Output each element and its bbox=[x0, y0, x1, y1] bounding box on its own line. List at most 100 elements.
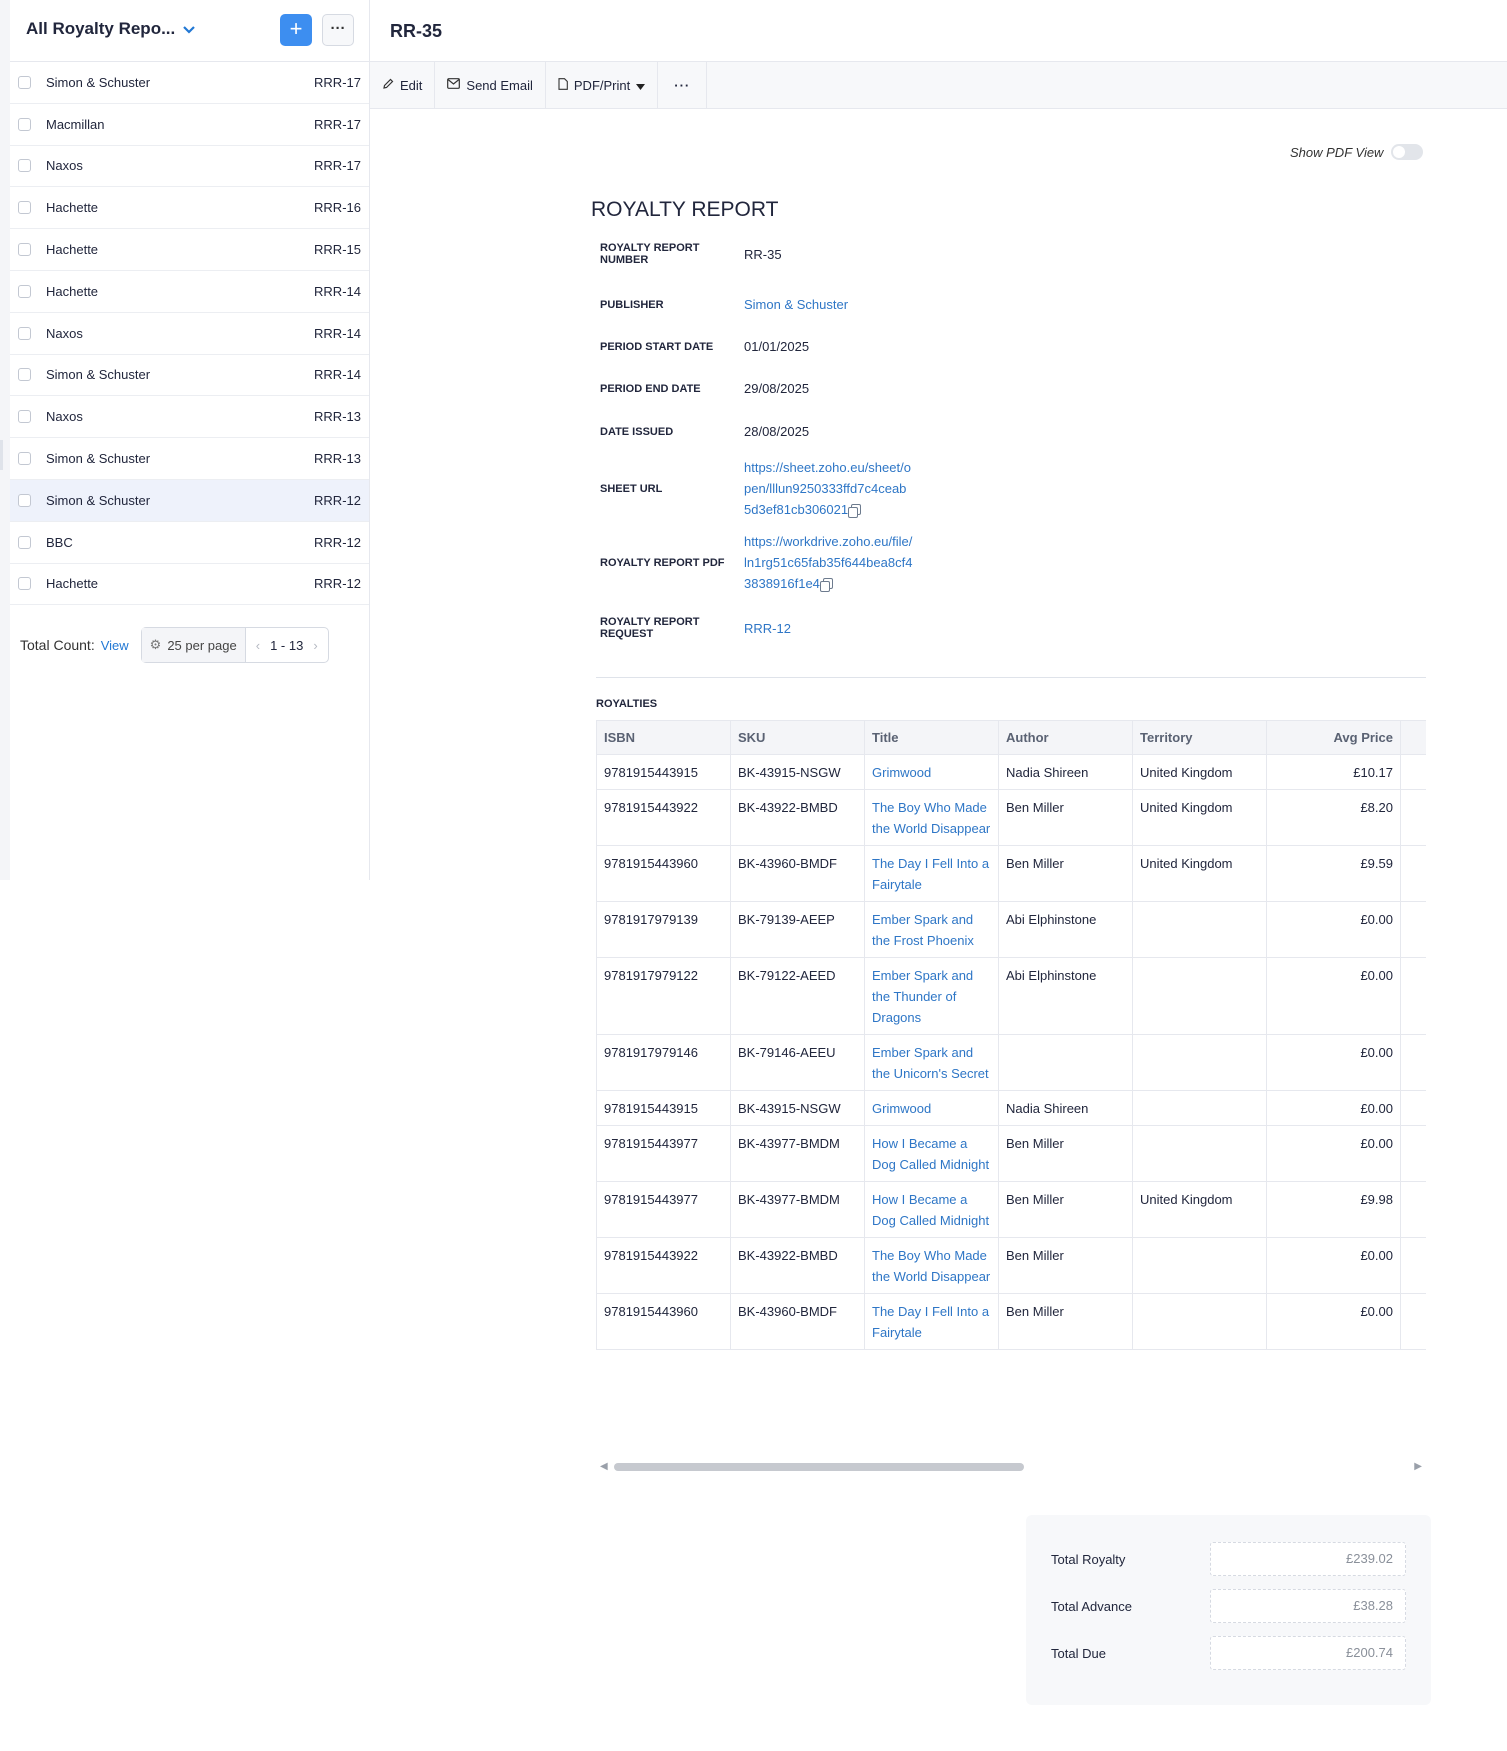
row-checkbox[interactable] bbox=[18, 159, 31, 173]
row-checkbox[interactable] bbox=[18, 284, 31, 298]
list-item[interactable]: Naxos RRR-14 bbox=[10, 313, 369, 355]
list-item[interactable]: Macmillan RRR-17 bbox=[10, 104, 369, 146]
cell-title-link[interactable]: The Boy Who Made the World Disappear bbox=[864, 1237, 999, 1294]
list-item[interactable]: Naxos RRR-13 bbox=[10, 396, 369, 439]
cell-title-link[interactable]: Grimwood bbox=[864, 754, 999, 790]
cell-avg-price: £10.17 bbox=[1266, 754, 1401, 790]
cell-title-link[interactable]: The Day I Fell Into a Fairytale bbox=[864, 1293, 999, 1350]
column-header-sku[interactable]: SKU bbox=[730, 720, 865, 755]
cell-avg-price: £9.59 bbox=[1266, 845, 1401, 902]
list-item[interactable]: Simon & Schuster RRR-12 bbox=[10, 479, 369, 522]
next-page-icon[interactable]: › bbox=[303, 638, 327, 653]
row-checkbox[interactable] bbox=[18, 368, 31, 382]
table-horizontal-scrollbar[interactable]: ◀ ▶ bbox=[596, 1460, 1426, 1474]
cell-isbn: 9781917979146 bbox=[596, 1034, 731, 1091]
scroll-left-icon[interactable]: ◀ bbox=[600, 1461, 608, 1472]
cell-overflow bbox=[1400, 754, 1426, 790]
list-item[interactable]: Hachette RRR-15 bbox=[10, 229, 369, 271]
row-checkbox[interactable] bbox=[18, 117, 31, 131]
cell-title-link[interactable]: Ember Spark and the Thunder of Dragons bbox=[864, 957, 999, 1035]
list-item[interactable]: Hachette RRR-16 bbox=[10, 187, 369, 230]
row-checkbox[interactable] bbox=[18, 201, 31, 215]
column-header-territory[interactable]: Territory bbox=[1132, 720, 1267, 755]
list-item[interactable]: Hachette RRR-12 bbox=[10, 564, 369, 606]
row-checkbox[interactable] bbox=[18, 493, 31, 507]
previous-page-icon[interactable]: ‹ bbox=[246, 638, 270, 653]
cell-overflow bbox=[1400, 1034, 1426, 1091]
list-item-publisher: Simon & Schuster bbox=[46, 74, 151, 90]
pdf-file-icon bbox=[558, 77, 568, 93]
cell-territory bbox=[1132, 1034, 1267, 1091]
row-checkbox[interactable] bbox=[18, 577, 31, 591]
cell-territory bbox=[1132, 957, 1267, 1035]
cell-territory: United Kingdom bbox=[1132, 754, 1267, 790]
scroll-right-icon[interactable]: ▶ bbox=[1414, 1461, 1422, 1472]
cell-title-link[interactable]: Ember Spark and the Unicorn's Secret bbox=[864, 1034, 999, 1091]
list-item[interactable]: Hachette RRR-14 bbox=[10, 271, 369, 313]
report-request-link[interactable]: RRR-12 bbox=[744, 618, 791, 639]
row-checkbox[interactable] bbox=[18, 75, 31, 89]
list-item-publisher: Hachette bbox=[46, 283, 99, 299]
send-email-label: Send Email bbox=[466, 77, 533, 93]
cell-title-link[interactable]: Ember Spark and the Frost Phoenix bbox=[864, 901, 999, 958]
cell-title-link[interactable]: Grimwood bbox=[864, 1090, 999, 1126]
list-item-publisher: Hachette bbox=[46, 200, 99, 216]
total-due-value: £200.74 bbox=[1210, 1636, 1406, 1670]
cell-territory bbox=[1132, 1293, 1267, 1350]
edit-button[interactable]: Edit bbox=[370, 62, 436, 108]
cell-sku: BK-43915-NSGW bbox=[730, 1090, 865, 1126]
send-email-button[interactable]: Send Email bbox=[435, 62, 546, 108]
field-label: ROYALTY REPORT NUMBER bbox=[600, 242, 700, 266]
copy-icon[interactable] bbox=[819, 578, 833, 592]
list-item-request-code: RRR-17 bbox=[314, 158, 361, 174]
list-more-button[interactable]: ··· bbox=[322, 14, 354, 46]
cell-title-link[interactable]: The Day I Fell Into a Fairytale bbox=[864, 845, 999, 902]
list-item-publisher: Macmillan bbox=[46, 116, 105, 132]
list-item[interactable]: Simon & Schuster RRR-13 bbox=[10, 438, 369, 480]
list-item[interactable]: Simon & Schuster RRR-17 bbox=[10, 62, 369, 104]
list-item-request-code: RRR-17 bbox=[314, 74, 361, 90]
row-checkbox[interactable] bbox=[18, 243, 31, 257]
app-edge-rail bbox=[0, 0, 10, 880]
view-selector[interactable]: All Royalty Repo... bbox=[26, 19, 196, 39]
report-pdf-link[interactable]: https://workdrive.zoho.eu/file/ ln1rg51c… bbox=[744, 531, 912, 594]
copy-icon[interactable] bbox=[848, 504, 862, 518]
column-header-isbn[interactable]: ISBN bbox=[596, 720, 731, 755]
row-checkbox[interactable] bbox=[18, 452, 31, 466]
chevron-down-icon bbox=[183, 22, 196, 37]
cell-territory bbox=[1132, 901, 1267, 958]
record-more-button[interactable]: ··· bbox=[658, 62, 708, 108]
column-header-avg-price[interactable]: Avg Price bbox=[1266, 720, 1401, 755]
field-value: 01/01/2025 bbox=[744, 339, 810, 354]
show-pdf-view-toggle[interactable] bbox=[1391, 144, 1424, 160]
view-count-link[interactable]: View bbox=[101, 638, 129, 653]
publisher-link[interactable]: Simon & Schuster bbox=[744, 294, 848, 315]
cell-sku: BK-43922-BMBD bbox=[730, 789, 865, 846]
cell-avg-price: £8.20 bbox=[1266, 789, 1401, 846]
list-item-request-code: RRR-16 bbox=[314, 200, 361, 216]
sheet-url-line: pen/lllun9250333ffd7c4ceab bbox=[744, 481, 907, 496]
total-advance-row: Total Advance £38.28 bbox=[1051, 1589, 1406, 1623]
row-checkbox[interactable] bbox=[18, 410, 31, 424]
add-record-button[interactable]: + bbox=[280, 14, 312, 46]
scrollbar-thumb[interactable] bbox=[614, 1463, 1024, 1471]
cell-author bbox=[998, 1034, 1133, 1091]
cell-title-link[interactable]: How I Became a Dog Called Midnight bbox=[864, 1181, 999, 1238]
row-checkbox[interactable] bbox=[18, 535, 31, 549]
column-header-title[interactable]: Title bbox=[864, 720, 999, 755]
sheet-url-link[interactable]: https://sheet.zoho.eu/sheet/o pen/lllun9… bbox=[744, 457, 911, 520]
column-header-author[interactable]: Author bbox=[998, 720, 1133, 755]
list-item[interactable]: BBC RRR-12 bbox=[10, 522, 369, 564]
cell-title-link[interactable]: The Boy Who Made the World Disappear bbox=[864, 789, 999, 846]
per-page-selector[interactable]: ⚙ 25 per page bbox=[141, 628, 246, 662]
list-item[interactable]: Simon & Schuster RRR-14 bbox=[10, 355, 369, 397]
row-checkbox[interactable] bbox=[18, 326, 31, 340]
cell-title-link[interactable]: How I Became a Dog Called Midnight bbox=[864, 1125, 999, 1182]
cell-isbn: 9781915443922 bbox=[596, 789, 731, 846]
list-item[interactable]: Naxos RRR-17 bbox=[10, 146, 369, 188]
field-report-number: ROYALTY REPORT NUMBER RR-35 bbox=[600, 242, 1260, 266]
mail-icon bbox=[447, 78, 461, 92]
pdf-print-button[interactable]: PDF/Print bbox=[546, 62, 659, 108]
cell-overflow bbox=[1400, 789, 1426, 846]
cell-author: Nadia Shireen bbox=[998, 754, 1133, 790]
